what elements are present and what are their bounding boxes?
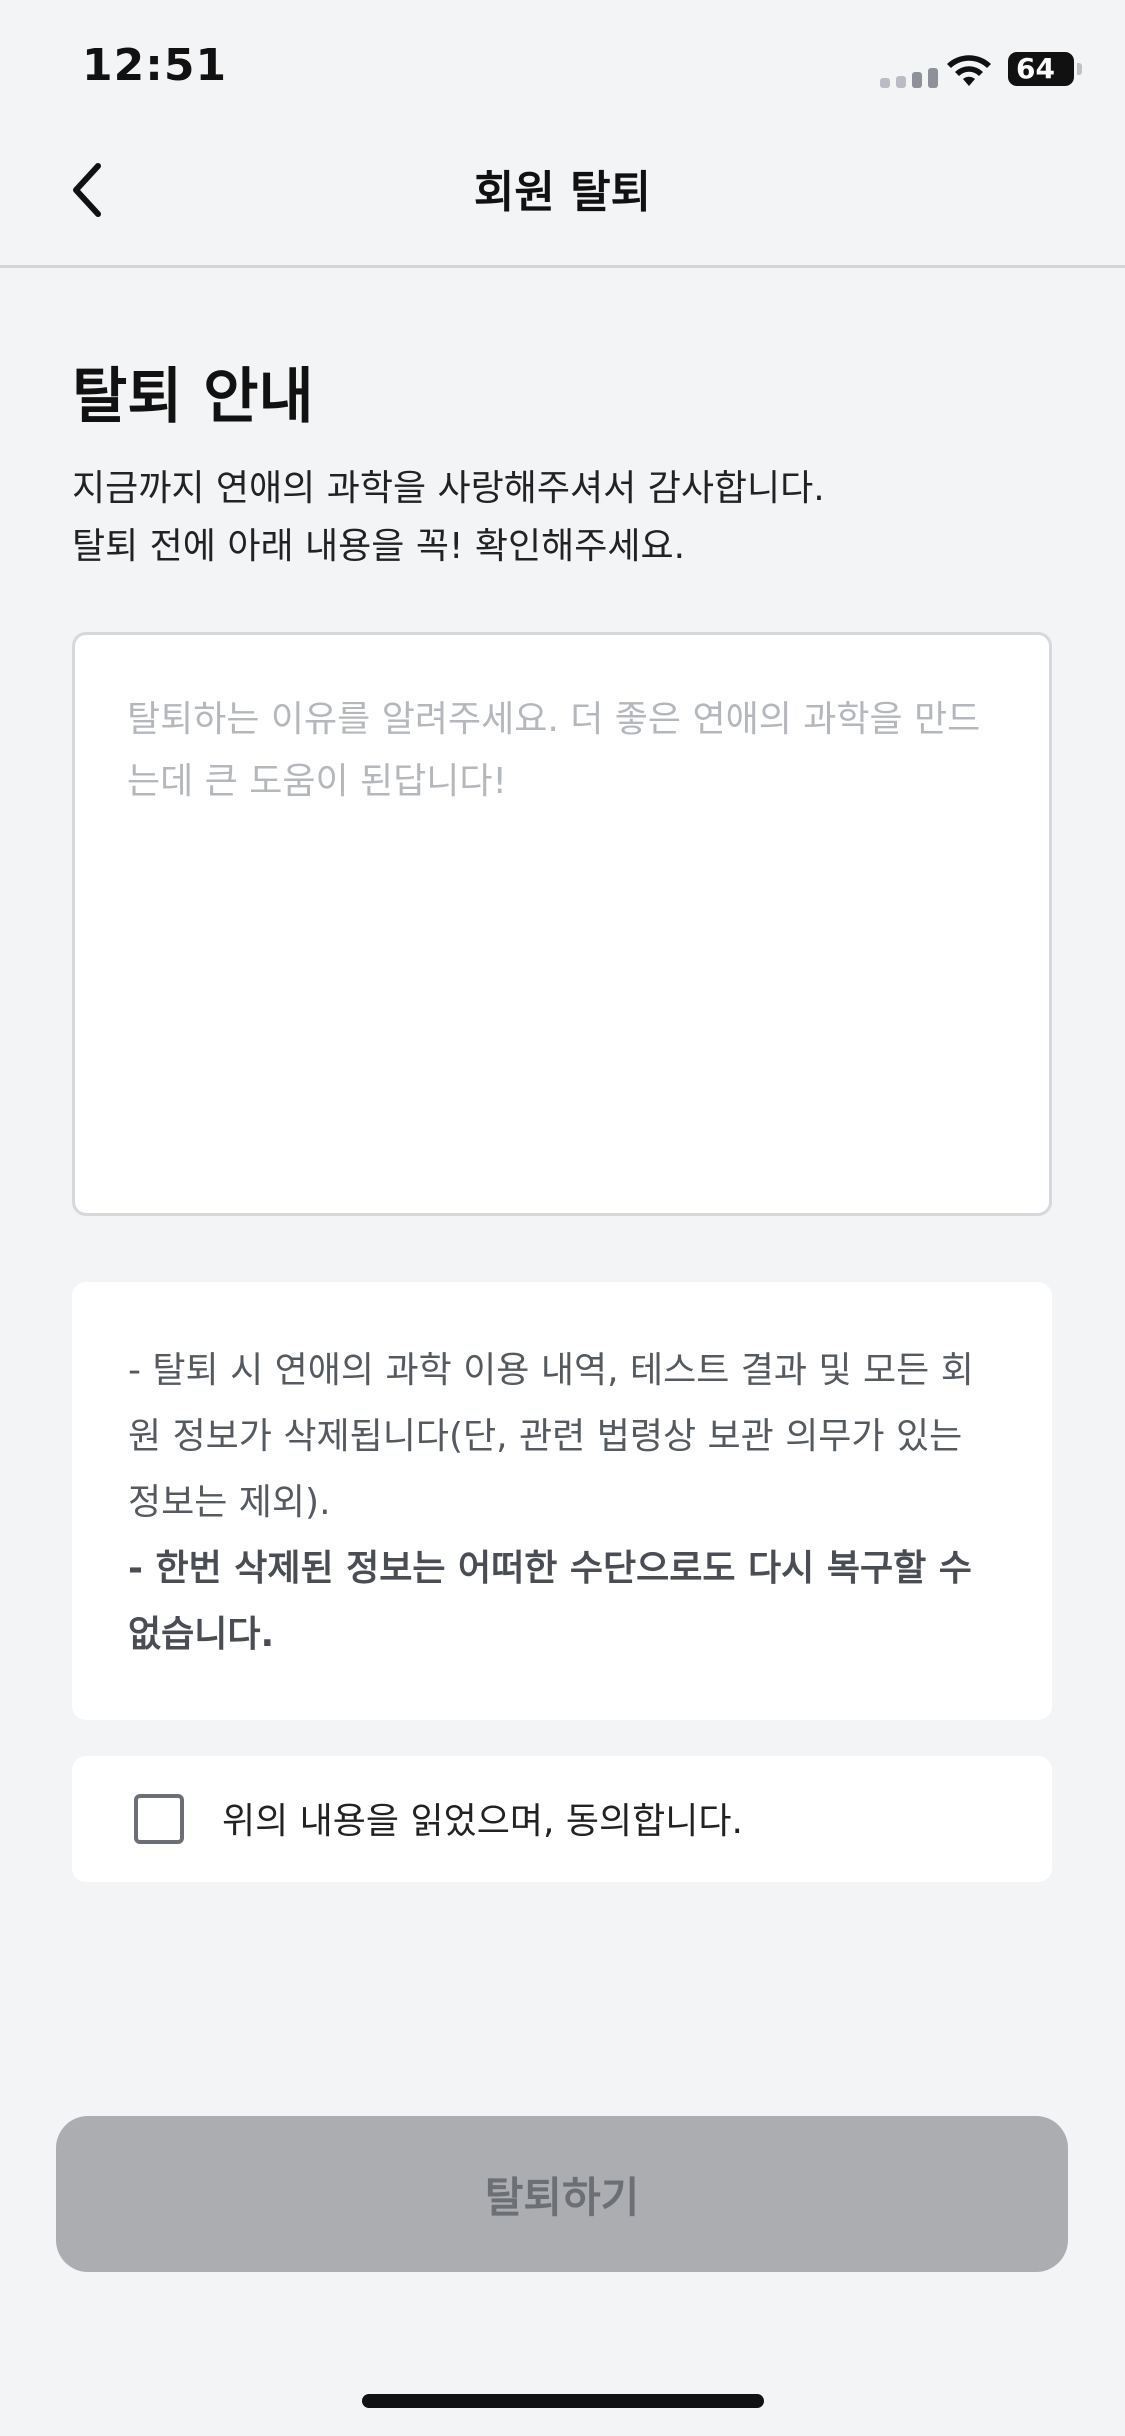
page-title: 회원 탈퇴 [473, 167, 652, 218]
navigation-bar: 회원 탈퇴 [0, 130, 1125, 268]
agreement-row[interactable]: 위의 내용을 읽었으며, 동의합니다. [72, 1756, 1052, 1882]
wifi-icon [945, 50, 993, 92]
status-bar: 12:51 64 [0, 0, 1125, 130]
notice-text: - 탈퇴 시 연애의 과학 이용 내역, 테스트 결과 및 모든 회원 정보가 … [128, 1350, 974, 1523]
withdraw-button[interactable]: 탈퇴하기 [56, 2116, 1068, 2272]
agree-label: 위의 내용을 읽었으며, 동의합니다. [222, 1801, 743, 1842]
home-indicator [362, 2394, 764, 2408]
notice-card: - 탈퇴 시 연애의 과학 이용 내역, 테스트 결과 및 모든 회원 정보가 … [72, 1282, 1052, 1720]
battery-icon: 64 [1008, 52, 1082, 86]
intro-line-2: 탈퇴 전에 아래 내용을 꼭! 확인해주세요. [72, 526, 686, 567]
battery-level: 64 [1016, 52, 1055, 85]
status-time: 12:51 [82, 40, 228, 91]
intro-text: 지금까지 연애의 과학을 사랑해주셔서 감사합니다. 탈퇴 전에 아래 내용을 … [72, 460, 825, 576]
withdrawal-screen: 12:51 64 회원 탈퇴 탈퇴 안내 지금까지 연애의 과학을 사랑해주셔서… [0, 0, 1125, 2436]
agree-checkbox[interactable] [134, 1794, 184, 1844]
cellular-signal-icon [880, 68, 938, 88]
intro-line-1: 지금까지 연애의 과학을 사랑해주셔서 감사합니다. [72, 468, 825, 509]
notice-warning-text: - 한번 삭제된 정보는 어떠한 수단으로도 다시 복구할 수 없습니다. [128, 1548, 972, 1655]
section-title: 탈퇴 안내 [72, 362, 314, 432]
withdrawal-reason-input[interactable] [72, 632, 1052, 1216]
